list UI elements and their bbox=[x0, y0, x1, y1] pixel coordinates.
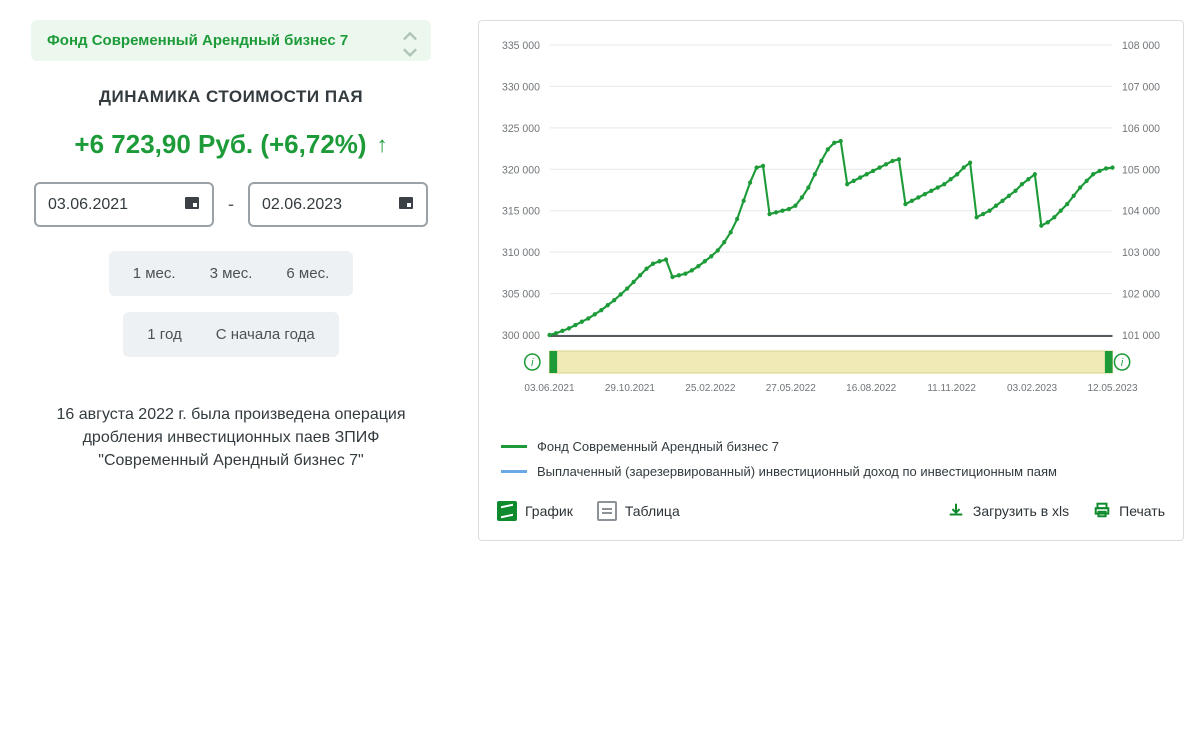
download-xls-button[interactable]: Загрузить в xls bbox=[947, 501, 1069, 522]
period-1y[interactable]: 1 год bbox=[147, 326, 181, 343]
chart-panel: 300 000 101 000 305 000 102 000 310 000 103 0… bbox=[478, 20, 1184, 541]
svg-text:103 000: 103 000 bbox=[1122, 247, 1160, 259]
date-range: 03.06.2021 - 02.06.2023 bbox=[34, 182, 428, 227]
svg-text:106 000: 106 000 bbox=[1122, 123, 1160, 135]
svg-text:108 000: 108 000 bbox=[1122, 40, 1160, 52]
print-button[interactable]: Печать bbox=[1093, 501, 1165, 522]
download-icon bbox=[947, 501, 965, 522]
date-from-value: 03.06.2021 bbox=[48, 196, 128, 214]
price-change-text: +6 723,90 Руб. (+6,72%) bbox=[74, 129, 366, 160]
page-wrap: Фонд Современный Арендный бизнес 7 ДИНАМ… bbox=[16, 20, 1184, 541]
printer-icon bbox=[1093, 501, 1111, 522]
legend-row-1: Фонд Современный Арендный бизнес 7 bbox=[501, 437, 1165, 458]
svg-text:105 000: 105 000 bbox=[1122, 164, 1160, 176]
svg-text:320 000: 320 000 bbox=[502, 164, 540, 176]
date-separator: - bbox=[228, 194, 234, 215]
actions-bar: График Таблица Загрузить в xls Печать bbox=[497, 501, 1165, 522]
date-to-input[interactable]: 02.06.2023 bbox=[248, 182, 428, 227]
svg-text:i: i bbox=[531, 357, 534, 369]
download-label: Загрузить в xls bbox=[973, 503, 1069, 519]
date-to-value: 02.06.2023 bbox=[262, 196, 342, 214]
svg-text:335 000: 335 000 bbox=[502, 40, 540, 52]
period-6m[interactable]: 6 мес. bbox=[286, 265, 329, 282]
svg-text:i: i bbox=[1121, 357, 1124, 369]
svg-text:12.05.2023: 12.05.2023 bbox=[1087, 383, 1137, 394]
svg-text:305 000: 305 000 bbox=[502, 288, 540, 300]
view-table-label: Таблица bbox=[625, 503, 680, 519]
period-presets-row1: 1 мес. 3 мес. 6 мес. bbox=[109, 251, 354, 296]
svg-text:104 000: 104 000 bbox=[1122, 206, 1160, 218]
svg-text:310 000: 310 000 bbox=[502, 247, 540, 259]
view-chart-label: График bbox=[525, 503, 573, 519]
legend-row-2: Выплаченный (зарезервированный) инвестиц… bbox=[501, 462, 1165, 483]
calendar-icon bbox=[398, 194, 414, 215]
svg-text:16.08.2022: 16.08.2022 bbox=[846, 383, 896, 394]
svg-text:11.11.2022: 11.11.2022 bbox=[927, 383, 976, 394]
svg-text:101 000: 101 000 bbox=[1122, 330, 1160, 342]
left-column: Фонд Современный Арендный бизнес 7 ДИНАМ… bbox=[16, 20, 446, 473]
period-1m[interactable]: 1 мес. bbox=[133, 265, 176, 282]
price-change: +6 723,90 Руб. (+6,72%) ↑ bbox=[74, 129, 387, 160]
period-ytd[interactable]: С начала года bbox=[216, 326, 315, 343]
chart-area[interactable]: 300 000 101 000 305 000 102 000 310 000 103 0… bbox=[497, 37, 1165, 427]
split-note: 16 августа 2022 г. была произведена опер… bbox=[31, 403, 431, 473]
legend-swatch-blue bbox=[501, 470, 527, 473]
svg-text:29.10.2021: 29.10.2021 bbox=[605, 383, 655, 394]
chart-svg: 300 000 101 000 305 000 102 000 310 000 103 0… bbox=[497, 37, 1165, 427]
svg-text:03.02.2023: 03.02.2023 bbox=[1007, 383, 1057, 394]
svg-text:315 000: 315 000 bbox=[502, 206, 540, 218]
legend-label-2: Выплаченный (зарезервированный) инвестиц… bbox=[537, 462, 1057, 483]
svg-text:27.05.2022: 27.05.2022 bbox=[766, 383, 816, 394]
calendar-icon bbox=[184, 194, 200, 215]
legend: Фонд Современный Арендный бизнес 7 Выпла… bbox=[501, 437, 1165, 483]
svg-text:03.06.2021: 03.06.2021 bbox=[524, 383, 574, 394]
svg-text:102 000: 102 000 bbox=[1122, 288, 1160, 300]
view-chart-button[interactable]: График bbox=[497, 501, 573, 521]
svg-text:325 000: 325 000 bbox=[502, 123, 540, 135]
legend-label-1: Фонд Современный Арендный бизнес 7 bbox=[537, 437, 779, 458]
svg-text:107 000: 107 000 bbox=[1122, 81, 1160, 93]
svg-text:25.02.2022: 25.02.2022 bbox=[685, 383, 735, 394]
date-from-input[interactable]: 03.06.2021 bbox=[34, 182, 214, 227]
price-change-arrow-icon: ↑ bbox=[377, 132, 388, 158]
print-label: Печать bbox=[1119, 503, 1165, 519]
view-table-button[interactable]: Таблица bbox=[597, 501, 680, 521]
chart-icon bbox=[497, 501, 517, 521]
fund-name: Фонд Современный Арендный бизнес 7 bbox=[47, 32, 348, 49]
legend-swatch-green bbox=[501, 445, 527, 448]
table-icon bbox=[597, 501, 617, 521]
period-3m[interactable]: 3 мес. bbox=[210, 265, 253, 282]
svg-text:300 000: 300 000 bbox=[502, 330, 540, 342]
section-title: ДИНАМИКА СТОИМОСТИ ПАЯ bbox=[99, 87, 363, 107]
period-presets-row2: 1 год С начала года bbox=[123, 312, 338, 357]
fund-selector[interactable]: Фонд Современный Арендный бизнес 7 bbox=[31, 20, 431, 61]
select-spinner-icon bbox=[399, 26, 421, 56]
svg-text:330 000: 330 000 bbox=[502, 81, 540, 93]
